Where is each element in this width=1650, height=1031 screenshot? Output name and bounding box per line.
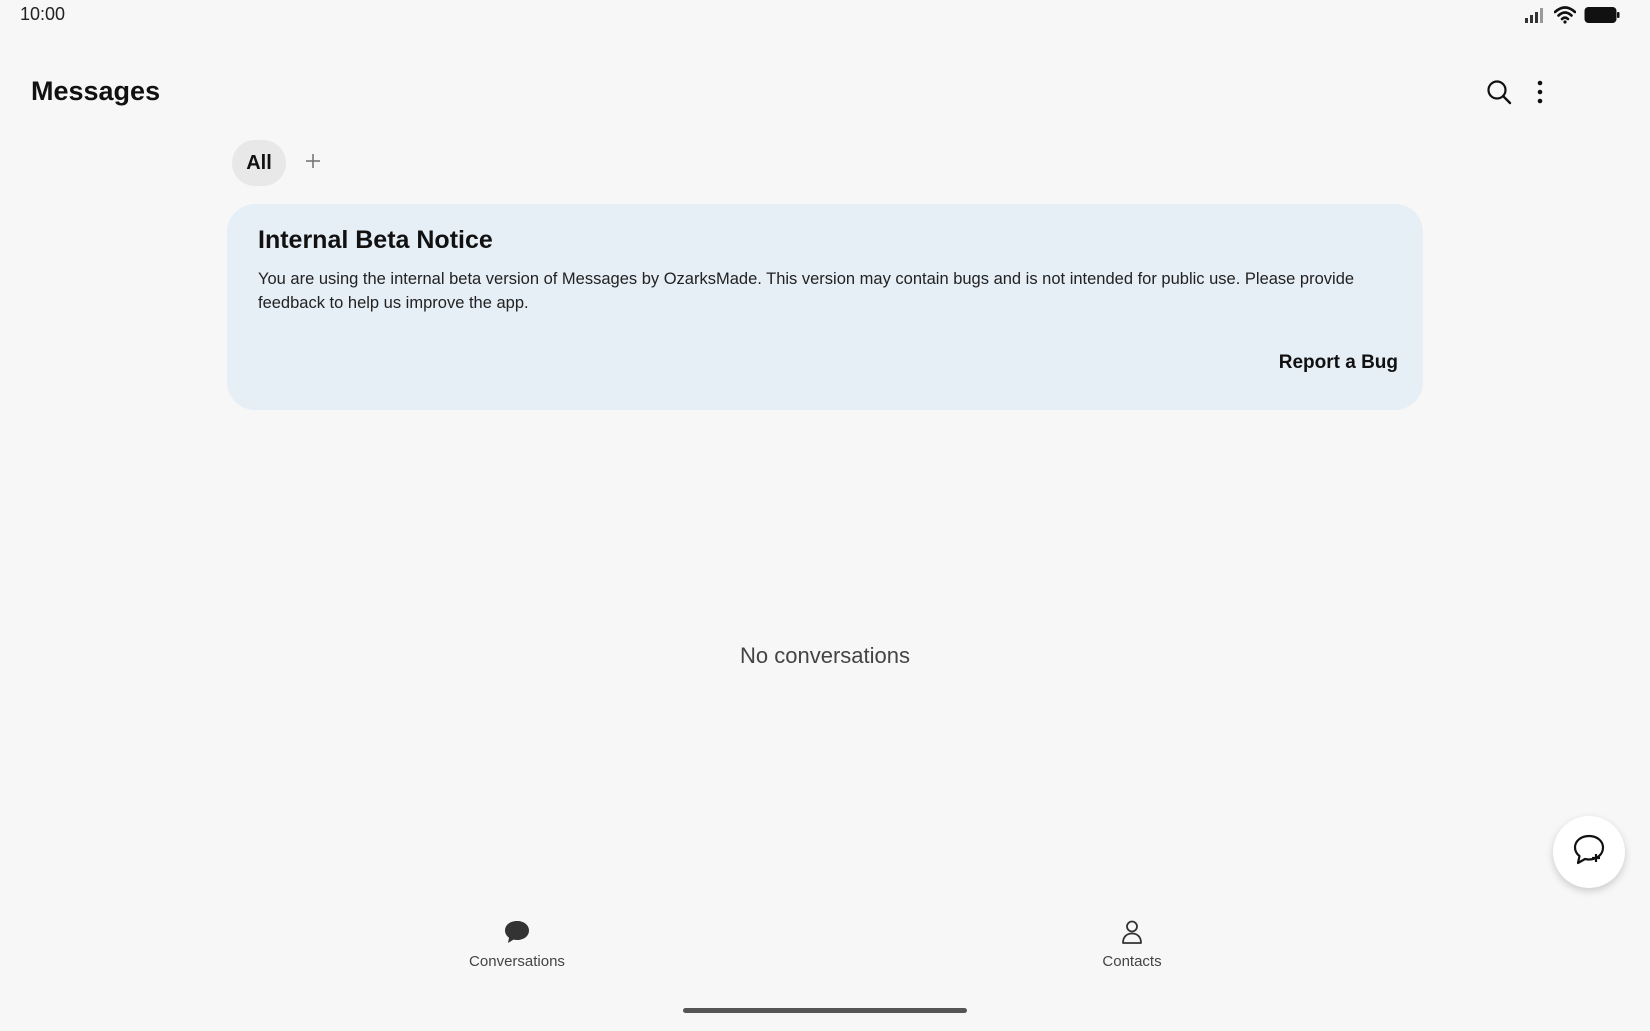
nav-contacts-label: Contacts (1102, 953, 1162, 970)
new-conversation-button[interactable] (1553, 816, 1625, 888)
chat-bubble-icon (504, 920, 530, 949)
status-icons (1524, 6, 1620, 29)
empty-state-text: No conversations (740, 643, 910, 668)
notice-body: You are using the internal beta version … (258, 270, 1355, 312)
report-bug-button[interactable]: Report a Bug (1279, 352, 1398, 374)
messages-screen: 10:00 Messages All Internal Beta Notice … (0, 0, 1650, 1031)
tab-all[interactable]: All (232, 140, 286, 186)
new-chat-icon (1572, 833, 1606, 872)
more-vertical-icon (1536, 80, 1544, 109)
wifi-icon (1553, 6, 1577, 29)
more-options-button[interactable] (1520, 74, 1560, 114)
search-icon (1486, 79, 1512, 110)
add-tab-button[interactable] (298, 146, 328, 180)
person-icon (1121, 920, 1143, 949)
nav-conversations[interactable]: Conversations (437, 920, 597, 970)
nav-conversations-label: Conversations (469, 953, 565, 970)
signal-icon (1524, 7, 1546, 28)
plus-icon (305, 153, 321, 174)
beta-notice-card: Internal Beta Notice You are using the i… (227, 204, 1423, 410)
notice-title: Internal Beta Notice (258, 226, 493, 254)
search-button[interactable] (1479, 74, 1519, 114)
status-time: 10:00 (20, 4, 66, 24)
nav-contacts[interactable]: Contacts (1052, 920, 1212, 970)
battery-icon (1584, 6, 1620, 29)
page-title: Messages (31, 76, 161, 106)
home-indicator[interactable] (683, 1008, 967, 1013)
